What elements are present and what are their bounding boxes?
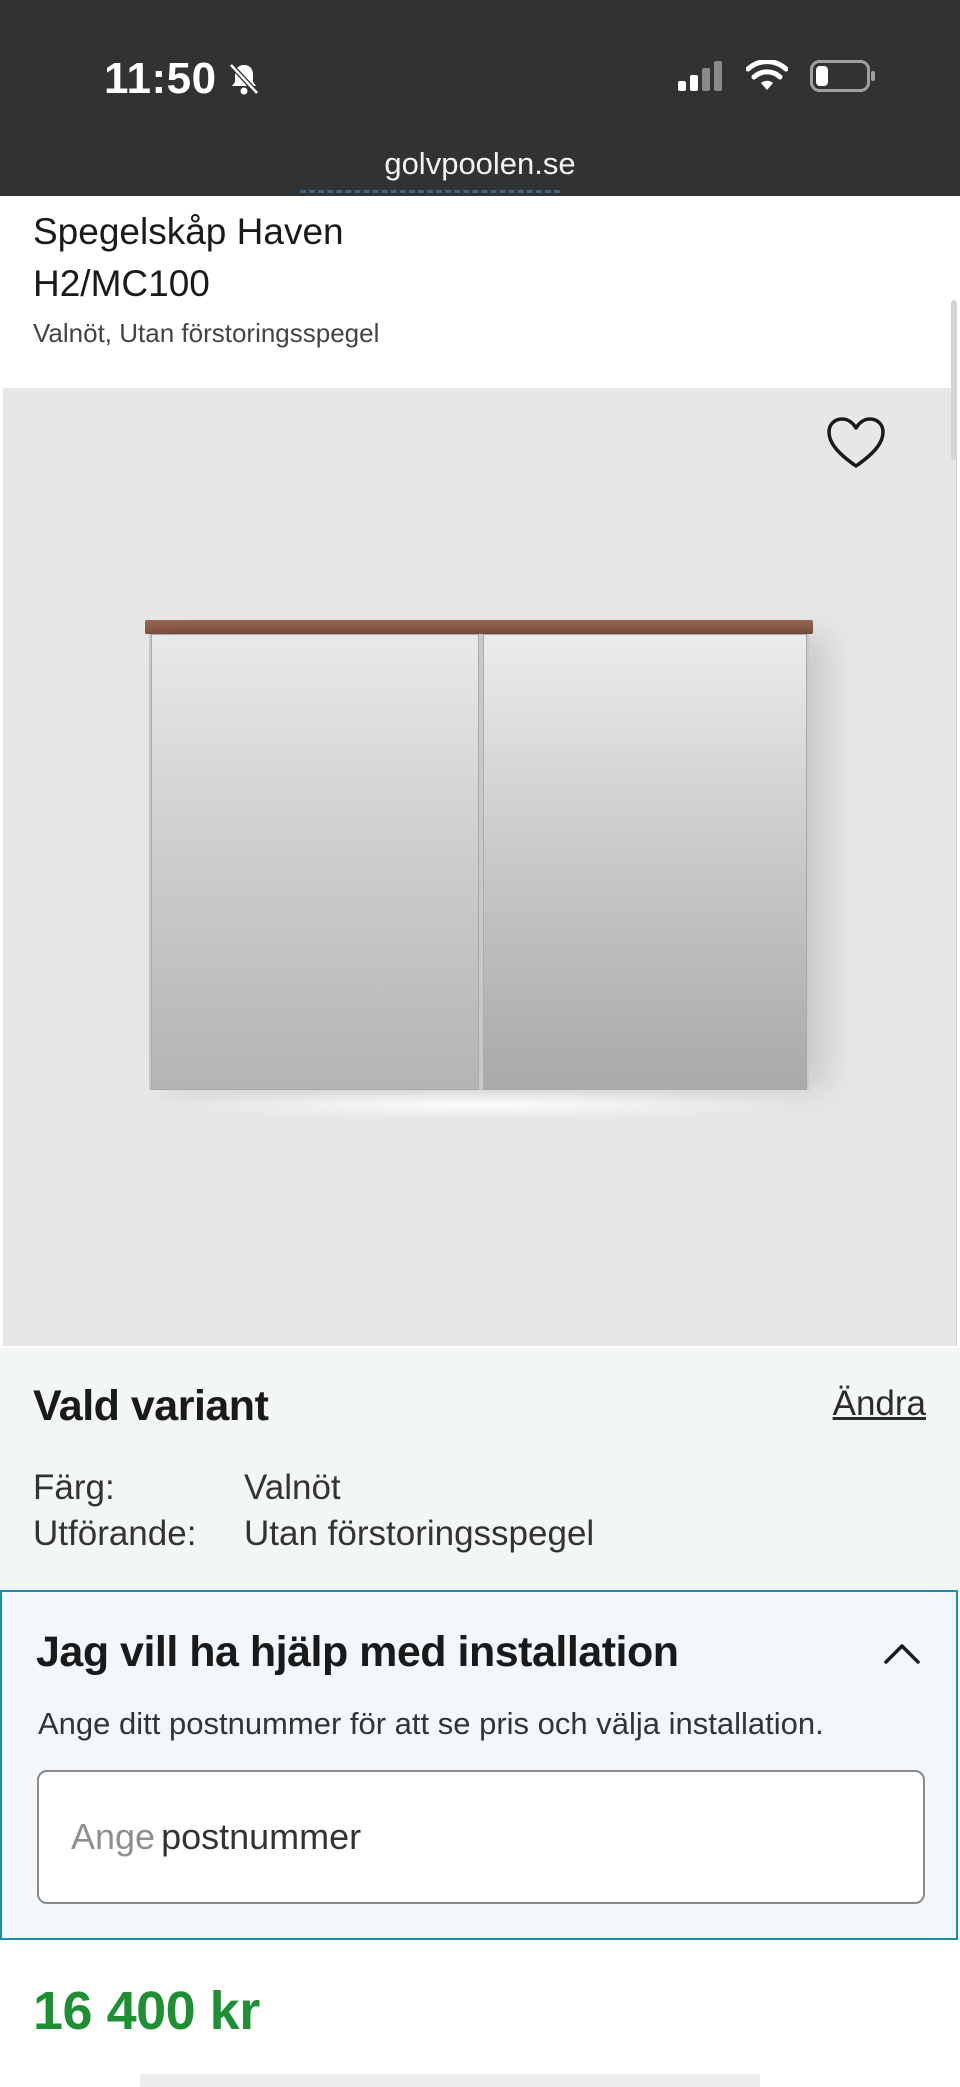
spec-row-color: Färg: Valnöt bbox=[33, 1468, 341, 1508]
cabinet-wood-top bbox=[145, 620, 813, 634]
cabinet-door-right bbox=[483, 634, 807, 1090]
clock-text: 11:50 bbox=[104, 54, 217, 103]
spec-value: Utan förstoringsspegel bbox=[244, 1514, 595, 1553]
page-scrollbar[interactable] bbox=[951, 300, 957, 460]
spec-label: Färg: bbox=[33, 1468, 115, 1507]
status-icons bbox=[678, 60, 876, 92]
installation-title[interactable]: Jag vill ha hjälp med installation bbox=[36, 1628, 679, 1677]
status-bar: 11:50 golvpoolen.se bbox=[0, 0, 960, 196]
chevron-up-icon[interactable] bbox=[882, 1640, 922, 1666]
product-price: 16 400 kr bbox=[33, 1981, 260, 2041]
bell-slash-icon bbox=[228, 63, 259, 95]
browser-url[interactable]: golvpoolen.se bbox=[0, 146, 960, 182]
postal-placeholder-part1: Ange bbox=[71, 1816, 156, 1857]
product-image-mirror-cabinet bbox=[145, 620, 813, 1120]
cabinet-light-glow bbox=[145, 1090, 813, 1120]
cabinet-body bbox=[149, 634, 809, 1090]
change-variant-link[interactable]: Ändra bbox=[833, 1384, 926, 1424]
spec-row-finish: Utförande: Utan förstoringsspegel bbox=[33, 1514, 594, 1554]
spec-value: Valnöt bbox=[244, 1468, 341, 1507]
cabinet-door-left bbox=[151, 634, 479, 1090]
product-name-line1: Spegelskåp Haven bbox=[33, 211, 344, 252]
heart-icon[interactable] bbox=[826, 416, 886, 470]
installation-panel: Jag vill ha hjälp med installation Ange … bbox=[0, 1590, 958, 1940]
status-time: 11:50 bbox=[104, 54, 261, 104]
battery-icon bbox=[810, 60, 875, 92]
next-section-edge bbox=[140, 2074, 760, 2087]
postal-code-input[interactable]: Ange postnummer bbox=[37, 1770, 925, 1904]
product-variant-subtitle: Valnöt, Utan förstoringsspegel bbox=[33, 318, 380, 348]
spec-label: Utförande: bbox=[33, 1514, 197, 1553]
product-header: Spegelskåp Haven H2/MC100 Valnöt, Utan f… bbox=[33, 206, 379, 349]
variant-title: Vald variant bbox=[33, 1382, 269, 1430]
cellular-signal-icon bbox=[678, 61, 722, 91]
product-image-gallery[interactable] bbox=[3, 388, 957, 1346]
wifi-icon bbox=[746, 60, 788, 90]
product-name-line2: H2/MC100 bbox=[33, 263, 210, 304]
breadcrumb-cut-off bbox=[300, 190, 560, 196]
postal-placeholder-part2: postnummer bbox=[161, 1816, 362, 1857]
installation-description: Ange ditt postnummer för att se pris och… bbox=[38, 1706, 824, 1741]
selected-variant-section: Vald variant Ändra Färg: Valnöt Utförand… bbox=[0, 1348, 960, 1590]
